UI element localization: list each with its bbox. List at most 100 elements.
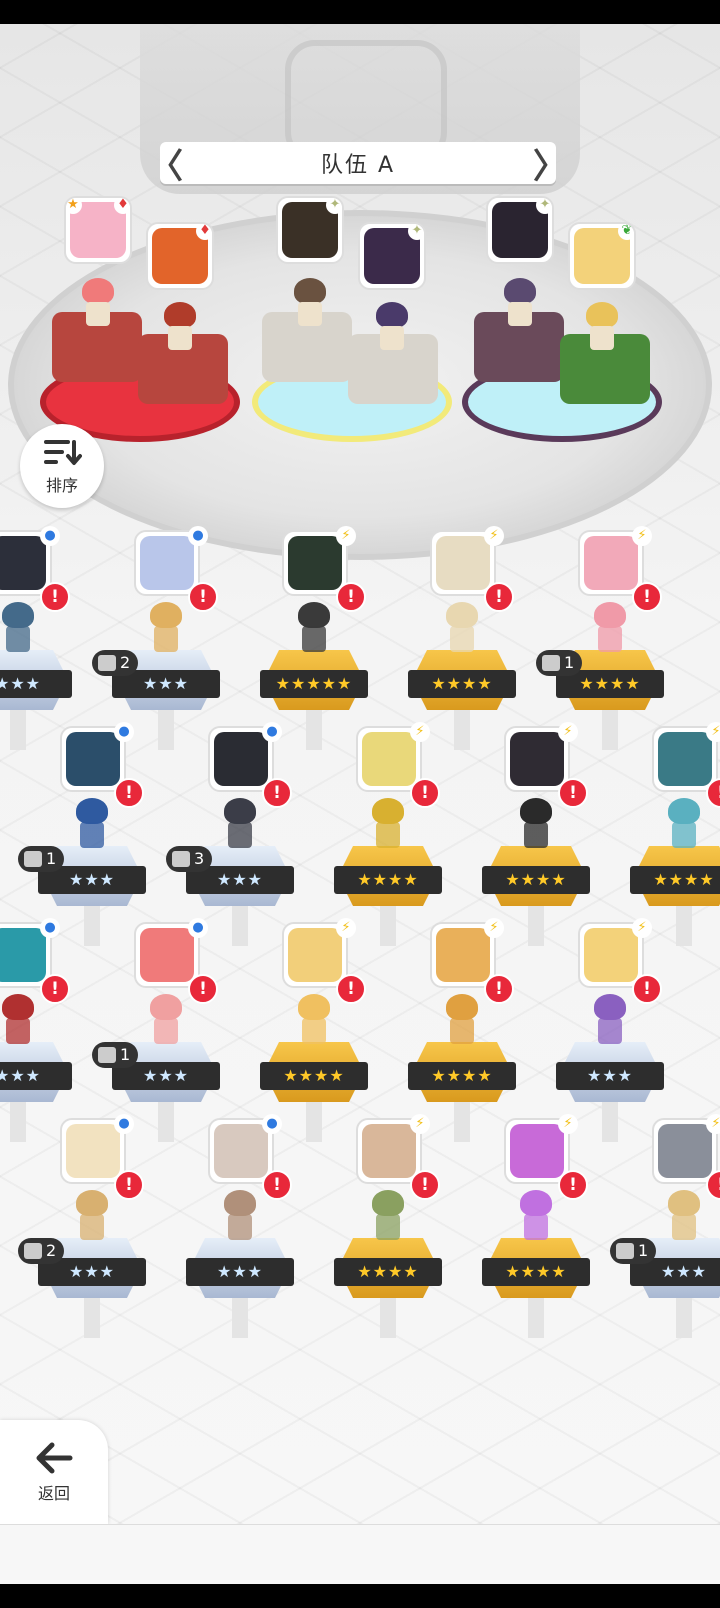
bolt-icon: ⚡ <box>632 918 652 938</box>
hero-sprite <box>0 994 42 1046</box>
hero-card[interactable]: ★★★★⚡! <box>614 722 720 946</box>
alert-badge: ! <box>262 778 292 808</box>
hero-card[interactable]: ★★★★⚡! <box>392 526 532 750</box>
circle-icon: ● <box>188 918 208 938</box>
team-member-portrait[interactable]: ❦ <box>568 222 636 290</box>
circle-icon: ● <box>114 722 134 742</box>
hero-face <box>66 732 120 786</box>
hero-card[interactable]: ★★★★★ ⚡! <box>244 526 384 750</box>
star-rating: ★★★★ <box>408 670 516 698</box>
alert-badge: ! <box>262 1170 292 1200</box>
team-member-portrait[interactable]: ✦ <box>276 196 344 264</box>
hero-sprite <box>364 798 412 850</box>
circle-icon: ● <box>262 1114 282 1134</box>
duplicate-count: 2 <box>46 1241 57 1260</box>
hero-sprite[interactable] <box>580 302 624 352</box>
hero-sprite[interactable] <box>288 278 332 328</box>
circle-icon: ● <box>40 918 60 938</box>
star-rating: ★★★★★ <box>260 670 368 698</box>
pedestal-stem <box>528 1298 544 1338</box>
hero-card[interactable]: ★★★ ●! <box>0 918 88 1142</box>
hero-face <box>510 732 564 786</box>
hero-sprite[interactable] <box>498 278 542 328</box>
hero-sprite <box>364 1190 412 1242</box>
hero-face <box>288 928 342 982</box>
alert-badge: ! <box>40 974 70 1004</box>
hero-card[interactable]: ★★★⚡!1 <box>610 1114 720 1338</box>
hero-card[interactable]: ★★★★⚡! <box>318 722 458 946</box>
hero-sprite <box>660 798 708 850</box>
hero-card[interactable]: ★★★ ●! <box>170 1114 310 1338</box>
hero-sprite <box>216 1190 264 1242</box>
hero-card[interactable]: ★★★ ⚡! <box>540 918 680 1142</box>
hero-card[interactable]: ★★★★⚡! <box>392 918 532 1142</box>
hero-face <box>584 928 638 982</box>
stack-icon <box>616 1243 634 1259</box>
hero-sprite[interactable] <box>158 302 202 352</box>
hero-sprite[interactable] <box>370 302 414 352</box>
team-member-portrait[interactable]: ✦ <box>358 222 426 290</box>
star-rating: ★★★★ <box>482 866 590 894</box>
status-bar <box>0 0 720 24</box>
hero-face <box>436 928 490 982</box>
team-member-portrait[interactable]: ♦ ★ <box>64 196 132 264</box>
alert-badge: ! <box>484 974 514 1004</box>
alert-badge: ! <box>484 582 514 612</box>
hero-card[interactable]: ★★★ ●! 3 <box>166 722 310 946</box>
hero-sprite <box>660 1190 708 1242</box>
duplicate-count-badge: 2 <box>92 650 139 676</box>
star-rating: ★★★ <box>186 1258 294 1286</box>
team-member-portrait[interactable]: ♦ <box>146 222 214 290</box>
circle-icon: ● <box>114 1114 134 1134</box>
sparkle-icon: ✦ <box>536 198 552 214</box>
back-button[interactable]: 返回 <box>0 1420 108 1524</box>
hero-card[interactable]: ★★★ ●! 2 <box>18 1114 162 1338</box>
hero-sprite[interactable] <box>76 278 120 328</box>
hero-face <box>658 1124 712 1178</box>
diamond-icon: ♦ <box>196 224 212 240</box>
stack-icon <box>98 1047 116 1063</box>
hero-sprite <box>290 994 338 1046</box>
alert-badge: ! <box>188 974 218 1004</box>
pedestal-stem <box>232 1298 248 1338</box>
hero-sprite <box>68 1190 116 1242</box>
hero-sprite <box>512 798 560 850</box>
stack-icon <box>172 851 190 867</box>
alert-badge: ! <box>336 582 366 612</box>
star-rating: ★★★ <box>556 1062 664 1090</box>
sort-button[interactable]: 排序 <box>20 424 104 508</box>
alert-badge: ! <box>410 778 440 808</box>
hero-face <box>214 1124 268 1178</box>
bolt-icon: ⚡ <box>632 526 652 546</box>
bottom-bar <box>0 1524 720 1585</box>
sparkle-icon: ✦ <box>326 198 342 214</box>
hero-card[interactable]: ★★★ ●! 2 <box>92 526 236 750</box>
star-rating: ★★★★ <box>482 1258 590 1286</box>
hero-face <box>66 1124 120 1178</box>
hero-card[interactable]: ★★★★⚡! <box>466 722 606 946</box>
alert-badge: ! <box>632 582 662 612</box>
hero-card[interactable]: ★★★ ●! <box>0 526 88 750</box>
hero-card[interactable]: ★★★ ●! 1 <box>92 918 236 1142</box>
next-team-button[interactable]: 〉 <box>533 142 567 187</box>
hero-card[interactable]: ★★★★⚡! <box>244 918 384 1142</box>
stack-icon <box>24 851 42 867</box>
hero-sprite <box>586 602 634 654</box>
hero-face <box>584 536 638 590</box>
hero-sprite <box>586 994 634 1046</box>
hero-sprite <box>290 602 338 654</box>
hero-card[interactable]: ★★★★⚡! <box>466 1114 606 1338</box>
alert-badge: ! <box>558 1170 588 1200</box>
hero-card[interactable]: ★★★★⚡! <box>318 1114 458 1338</box>
alert-badge: ! <box>410 1170 440 1200</box>
team-member-portrait[interactable]: ✦ <box>486 196 554 264</box>
duplicate-count: 2 <box>120 653 131 672</box>
duplicate-count-badge: 1 <box>18 846 65 872</box>
hero-card[interactable]: ★★★ ●! 1 <box>18 722 162 946</box>
hero-card[interactable]: ★★★★ ⚡! 1 <box>536 526 680 750</box>
hero-sprite <box>438 602 486 654</box>
bolt-icon: ⚡ <box>336 918 356 938</box>
prev-team-button[interactable]: 〈 <box>149 142 183 187</box>
hero-sprite <box>68 798 116 850</box>
alert-badge: ! <box>188 582 218 612</box>
